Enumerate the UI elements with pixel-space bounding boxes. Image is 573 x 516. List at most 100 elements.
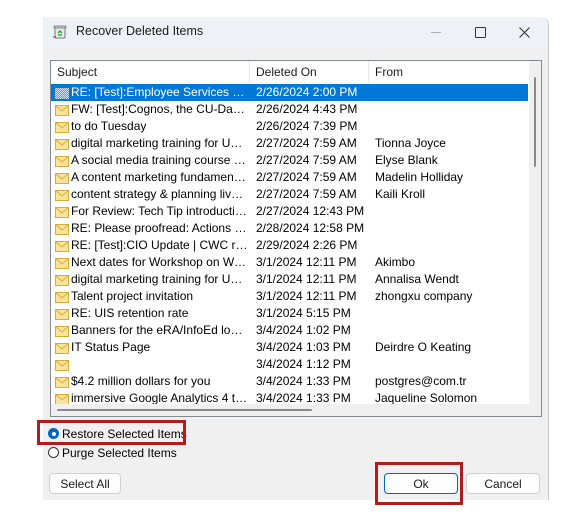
cell-subject: Banners for the eRA/InfoEd log-in... — [55, 322, 248, 339]
subject-text: content strategy & planning live, ... — [71, 187, 248, 201]
list-row[interactable]: For Review: Tech Tip introduction ... 2/2… — [51, 203, 528, 220]
purge-radio[interactable] — [48, 447, 59, 458]
cell-from — [375, 305, 525, 322]
cell-deleted-on: 2/28/2024 12:58 PM — [256, 221, 365, 235]
maximize-button[interactable] — [457, 17, 503, 47]
list-row[interactable]: to do Tuesday 2/26/2024 7:39 PM — [51, 118, 528, 135]
subject-text: Banners for the eRA/InfoEd log-in... — [71, 323, 248, 337]
cell-from: zhongxu company — [375, 289, 473, 303]
mail-icon — [55, 172, 69, 184]
cell-deleted-on: 3/1/2024 12:11 PM — [256, 289, 357, 303]
select-all-button[interactable]: Select All — [49, 473, 121, 494]
subject-text: to do Tuesday — [71, 119, 147, 133]
mail-icon — [55, 393, 69, 405]
mail-icon — [55, 223, 69, 235]
deleted-items-list[interactable]: Subject Deleted On From RE: [Test]:Emplo… — [50, 60, 542, 417]
mail-icon — [55, 376, 69, 388]
subject-text: digital marketing training for Unive... — [71, 136, 248, 150]
subject-text: digital marketing training for Unive... — [71, 272, 248, 286]
list-row[interactable]: A content marketing fundamental... 2/27/2… — [51, 169, 528, 186]
cell-subject: to do Tuesday — [55, 118, 248, 135]
cell-from: Akimbo — [375, 255, 416, 269]
vertical-scrollbar-thumb[interactable] — [534, 77, 536, 167]
list-row[interactable]: IT Status Page 3/4/2024 1:03 PM Deirdre O … — [51, 339, 528, 356]
subject-text: A content marketing fundamental... — [71, 170, 248, 184]
cell-subject — [55, 356, 248, 373]
list-row[interactable]: RE: [Test]:Employee Services Upd... 2/26/… — [51, 84, 528, 101]
cell-from — [375, 237, 525, 254]
subject-text: IT Status Page — [71, 340, 151, 354]
mail-icon — [55, 257, 69, 269]
cell-deleted-on: 2/27/2024 12:43 PM — [256, 204, 365, 218]
highlight-box-ok — [375, 462, 463, 505]
list-row[interactable]: RE: [Test]:CIO Update | CWC res... 2/29/2… — [51, 237, 528, 254]
cell-from: Madelin Holliday — [375, 170, 464, 184]
subject-text: RE: [Test]:Employee Services Upd... — [71, 85, 248, 99]
cell-subject: content strategy & planning live, ... — [55, 186, 248, 203]
cell-deleted-on: 3/1/2024 12:11 PM — [256, 272, 357, 286]
meeting-item-icon — [55, 87, 69, 99]
cell-subject: RE: Please proofread: Actions to t... — [55, 220, 248, 237]
mail-icon — [55, 342, 69, 354]
cell-subject: $4.2 million dollars for you — [55, 373, 248, 390]
title-bar: Recover Deleted Items — [43, 17, 548, 47]
cell-deleted-on: 2/26/2024 4:43 PM — [256, 102, 358, 116]
cell-deleted-on: 2/29/2024 2:26 PM — [256, 238, 358, 252]
cell-deleted-on: 2/27/2024 7:59 AM — [256, 153, 357, 167]
list-row[interactable]: digital marketing training for Unive... 2… — [51, 135, 528, 152]
subject-text: RE: UIS retention rate — [71, 306, 189, 320]
cell-subject: IT Status Page — [55, 339, 248, 356]
mail-icon — [55, 308, 69, 320]
list-row[interactable]: content strategy & planning live, ... 2/2… — [51, 186, 528, 203]
window-title: Recover Deleted Items — [76, 24, 204, 38]
list-row[interactable]: RE: UIS retention rate 3/1/2024 5:15 PM — [51, 305, 528, 322]
list-row[interactable]: RE: Please proofread: Actions to t... 2/2… — [51, 220, 528, 237]
close-button[interactable] — [501, 17, 547, 47]
highlight-box-restore — [37, 420, 186, 445]
mail-icon — [55, 359, 69, 371]
cell-deleted-on: 2/27/2024 7:59 AM — [256, 136, 357, 150]
purge-label: Purge Selected Items — [62, 445, 177, 460]
mail-icon — [55, 291, 69, 303]
horizontal-scrollbar-thumb[interactable] — [57, 409, 312, 411]
column-header-deleted-on[interactable]: Deleted On — [250, 61, 369, 83]
horizontal-scrollbar[interactable] — [51, 404, 529, 416]
cell-deleted-on: 2/26/2024 2:00 PM — [256, 85, 358, 99]
cell-subject: FW: [Test]:Cognos, the CU-Data ... — [55, 101, 248, 118]
cell-from — [375, 118, 525, 135]
list-rows: RE: [Test]:Employee Services Upd... 2/26/… — [51, 84, 528, 407]
cell-from: Kaili Kroll — [375, 187, 426, 201]
cell-deleted-on: 2/27/2024 7:59 AM — [256, 170, 357, 184]
cell-deleted-on: 3/4/2024 1:12 PM — [256, 357, 351, 371]
list-header: Subject Deleted On From — [51, 61, 531, 83]
list-row[interactable]: Banners for the eRA/InfoEd log-in... 3/4/… — [51, 322, 528, 339]
cell-subject: digital marketing training for Unive... — [55, 135, 248, 152]
list-row[interactable]: digital marketing training for Unive... 3… — [51, 271, 528, 288]
minimize-button[interactable] — [413, 17, 459, 47]
cancel-button[interactable]: Cancel — [466, 473, 540, 494]
vertical-scrollbar[interactable] — [529, 61, 541, 416]
list-row[interactable]: FW: [Test]:Cognos, the CU-Data ... 2/26/2… — [51, 101, 528, 118]
mail-icon — [55, 240, 69, 252]
subject-text: Talent project invitation — [71, 289, 194, 303]
recycle-bin-icon — [53, 25, 67, 39]
subject-text: Next dates for Workshop on Work... — [71, 255, 248, 269]
list-row[interactable]: Talent project invitation 3/1/2024 12:11 … — [51, 288, 528, 305]
cell-deleted-on: 2/26/2024 7:39 PM — [256, 119, 358, 133]
column-header-subject[interactable]: Subject — [51, 61, 250, 83]
list-row[interactable]: 3/4/2024 1:12 PM — [51, 356, 528, 373]
list-row[interactable]: Next dates for Workshop on Work... 3/1/20… — [51, 254, 528, 271]
cell-deleted-on: 3/4/2024 1:02 PM — [256, 323, 351, 337]
close-icon — [518, 26, 530, 38]
subject-text: For Review: Tech Tip introduction ... — [71, 204, 248, 218]
subject-text: $4.2 million dollars for you — [71, 374, 211, 388]
cell-subject: For Review: Tech Tip introduction ... — [55, 203, 248, 220]
cell-deleted-on: 3/1/2024 5:15 PM — [256, 306, 351, 320]
list-row[interactable]: $4.2 million dollars for you 3/4/2024 1:3… — [51, 373, 528, 390]
purge-selected-items-option[interactable]: Purge Selected Items — [48, 444, 177, 461]
column-header-from[interactable]: From — [369, 61, 531, 83]
recover-deleted-items-dialog: Recover Deleted Items Subject Deleted On… — [37, 17, 549, 505]
list-row[interactable]: A social media training course for ... 2/… — [51, 152, 528, 169]
cell-deleted-on: 2/27/2024 7:59 AM — [256, 187, 357, 201]
subject-text: A social media training course for ... — [71, 153, 248, 167]
